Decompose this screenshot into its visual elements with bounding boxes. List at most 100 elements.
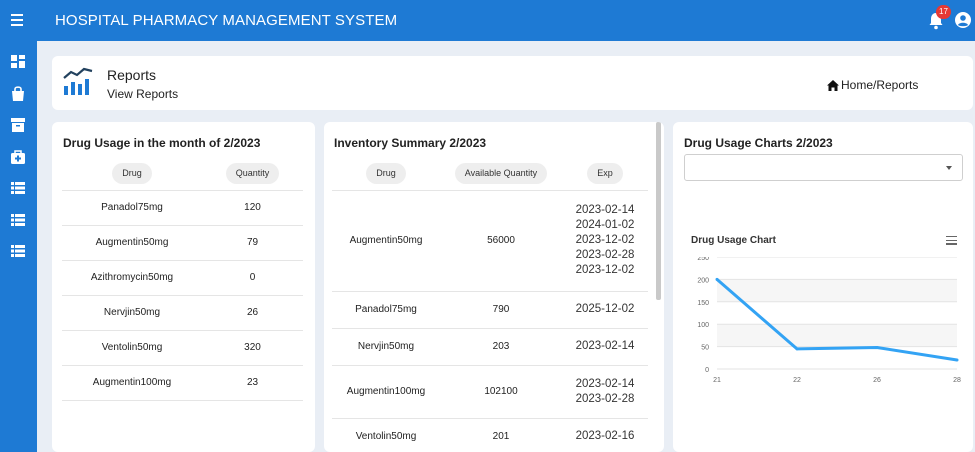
app-title: HOSPITAL PHARMACY MANAGEMENT SYSTEM [55, 12, 398, 29]
data-point [715, 277, 719, 281]
table-row: Ventolin50mg 320 [62, 330, 303, 366]
expiry-date: 2023-02-16 [575, 430, 635, 442]
top-bar: HOSPITAL PHARMACY MANAGEMENT SYSTEM 17 [0, 0, 975, 41]
table-row: Augmentin100mg 102100 2023-02-14 2023-02… [332, 365, 648, 419]
x-tick-label: 22 [793, 377, 801, 384]
table-row: Augmentin50mg 79 [62, 225, 303, 261]
y-tick-label: 250 [697, 257, 709, 262]
caret-down-icon [946, 166, 952, 170]
y-tick-label: 100 [697, 322, 709, 329]
table-row: Panadol75mg 120 [62, 190, 303, 226]
breadcrumb-text: Home/Reports [841, 78, 919, 92]
breadcrumb[interactable]: Home/Reports [827, 78, 918, 92]
drug-usage-charts-card: Drug Usage Charts 2/2023 Drug Usage Char… [673, 122, 973, 452]
table-row: Augmentin50mg 56000 2023-02-14 2024-01-0… [332, 190, 648, 292]
drug-cell: Nervjin50mg [332, 328, 440, 366]
quantity-cell: 102100 [440, 365, 562, 419]
scrollbar[interactable] [656, 122, 661, 300]
data-point [955, 358, 959, 362]
drug-cell: Augmentin100mg [62, 365, 202, 401]
drug-cell: Augmentin50mg [62, 225, 202, 261]
quantity-cell: 201 [440, 418, 562, 452]
column-header-drug[interactable]: Drug [62, 158, 202, 191]
y-tick-label: 200 [697, 277, 709, 284]
table-row: Augmentin100mg 23 [62, 365, 303, 401]
page-title: Reports [107, 67, 157, 83]
quantity-cell: 26 [202, 295, 303, 331]
y-tick-label: 0 [705, 367, 709, 374]
drug-cell: Ventolin50mg [62, 330, 202, 366]
archive-icon[interactable] [9, 117, 27, 133]
quantity-cell: 320 [202, 330, 303, 366]
column-header-exp[interactable]: Exp [562, 158, 648, 191]
data-point [795, 347, 799, 351]
chart-title: Drug Usage Chart [691, 235, 777, 246]
drug-usage-title: Drug Usage in the month of 2/2023 [63, 136, 261, 150]
notification-badge: 17 [936, 5, 951, 19]
sidebar [0, 41, 37, 452]
drug-cell: Azithromycin50mg [62, 260, 202, 296]
page-header-card: Reports View Reports Home/Reports [52, 56, 973, 110]
menu-icon[interactable] [9, 11, 25, 29]
column-header-drug[interactable]: Drug [332, 158, 440, 191]
column-header-available-quantity[interactable]: Available Quantity [440, 158, 562, 191]
expiry-date: 2023-02-14 [575, 377, 635, 390]
column-header-quantity[interactable]: Quantity [202, 158, 303, 191]
dashboard-icon[interactable] [9, 54, 27, 70]
expiry-date: 2023-02-14 [575, 204, 635, 216]
expiry-cell: 2023-02-14 2023-02-28 [562, 365, 648, 419]
expiry-date: 2024-01-02 [575, 219, 635, 231]
quantity-cell: 23 [202, 365, 303, 401]
drug-usage-line-chart: 250 200 150 100 50 0 21 22 26 28 [697, 257, 961, 384]
drug-usage-card: Drug Usage in the month of 2/2023 Drug Q… [52, 122, 315, 452]
grid-band [717, 279, 957, 302]
quantity-cell: 203 [440, 328, 562, 366]
expiry-date: 2023-02-28 [575, 392, 635, 405]
quantity-cell: 0 [202, 260, 303, 296]
table-row: Panadol75mg 790 2025-12-02 [332, 291, 648, 329]
reports-chart-icon [63, 67, 93, 95]
quantity-cell: 790 [440, 291, 562, 329]
table-row: Nervjin50mg 203 2023-02-14 [332, 328, 648, 366]
grid-band [717, 324, 957, 347]
drug-usage-table: Drug Quantity Panadol75mg 120 Augmentin50… [62, 158, 303, 401]
inventory-table: Drug Available Quantity Exp Augmentin50m… [332, 158, 648, 452]
y-tick-label: 150 [697, 300, 709, 307]
medkit-icon[interactable] [9, 149, 27, 165]
table-row: Azithromycin50mg 0 [62, 260, 303, 296]
list-icon[interactable] [9, 243, 27, 259]
expiry-date: 2023-02-14 [575, 340, 635, 352]
chart-menu-icon[interactable] [946, 236, 957, 245]
user-account-icon[interactable] [955, 12, 971, 28]
y-tick-label: 50 [701, 345, 709, 352]
expiry-date: 2025-12-02 [575, 303, 635, 315]
table-row: Nervjin50mg 26 [62, 295, 303, 331]
list-icon[interactable] [9, 212, 27, 228]
page-subtitle: View Reports [107, 87, 179, 101]
drug-select-dropdown[interactable] [684, 154, 963, 181]
drug-cell: Panadol75mg [62, 190, 202, 226]
inventory-summary-card: Inventory Summary 2/2023 Drug Available … [324, 122, 664, 452]
expiry-cell: 2025-12-02 [562, 291, 648, 329]
quantity-cell: 120 [202, 190, 303, 226]
drug-cell: Augmentin100mg [332, 365, 440, 419]
drug-cell: Panadol75mg [332, 291, 440, 329]
expiry-cell: 2023-02-14 2024-01-02 2023-12-02 2023-02… [562, 190, 648, 292]
expiry-cell: 2023-02-14 [562, 328, 648, 366]
expiry-cell: 2023-02-16 [562, 418, 648, 452]
expiry-date: 2023-02-28 [575, 249, 635, 261]
expiry-date: 2023-12-02 [575, 234, 635, 246]
list-icon[interactable] [9, 180, 27, 196]
bag-icon[interactable] [9, 86, 27, 102]
quantity-cell: 79 [202, 225, 303, 261]
drug-cell: Ventolin50mg [332, 418, 440, 452]
quantity-cell: 56000 [440, 190, 562, 292]
x-tick-label: 28 [953, 377, 961, 384]
data-point [875, 345, 879, 349]
x-tick-label: 26 [873, 377, 881, 384]
charts-title: Drug Usage Charts 2/2023 [684, 136, 833, 150]
expiry-date: 2023-12-02 [575, 264, 635, 276]
drug-cell: Augmentin50mg [332, 190, 440, 292]
x-tick-label: 21 [713, 377, 721, 384]
home-icon [827, 79, 839, 91]
